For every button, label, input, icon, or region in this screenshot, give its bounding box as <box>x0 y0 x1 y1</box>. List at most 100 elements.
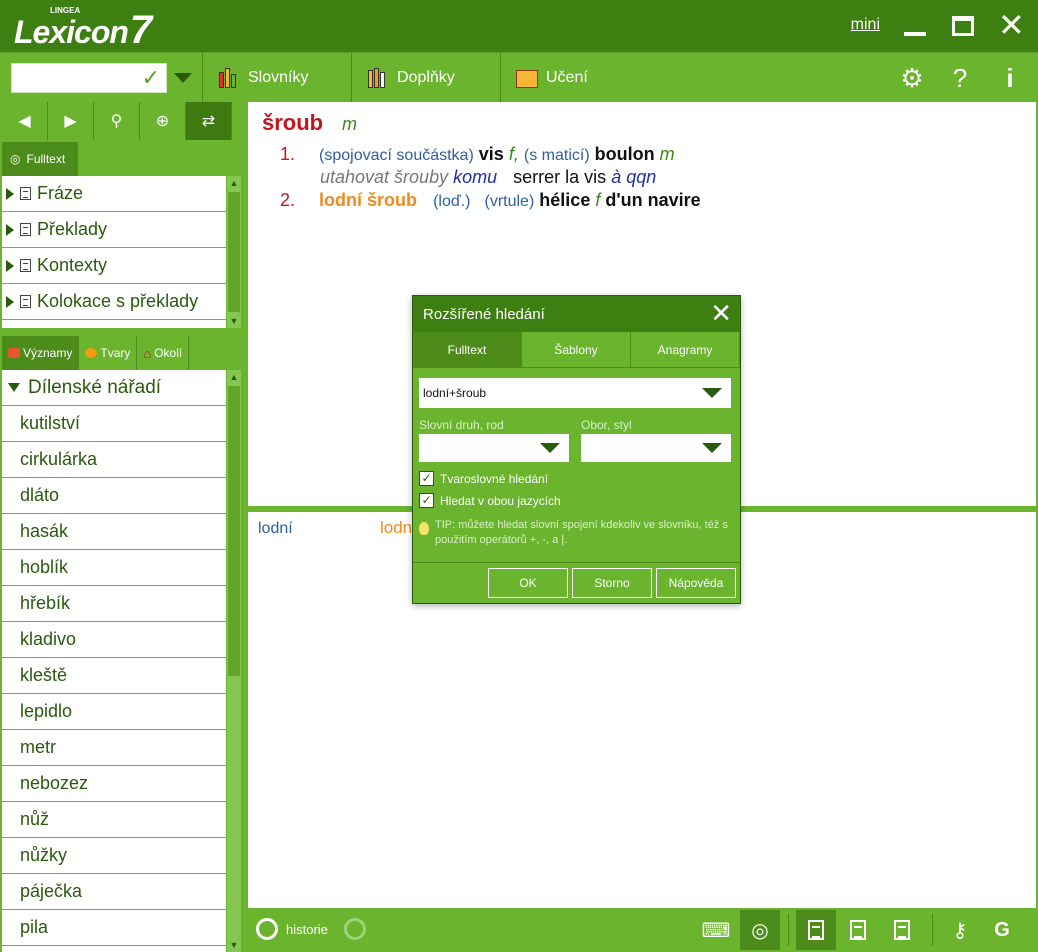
view-medium-button[interactable] <box>842 914 874 946</box>
dialog-close-button[interactable]: ✕ <box>710 298 732 329</box>
close-button[interactable]: ✕ <box>998 9 1025 41</box>
addons-button[interactable]: Doplňky <box>367 53 455 103</box>
back-button[interactable]: ◀ <box>2 102 48 140</box>
tab-neighborhood[interactable]: ⌂ Okolí <box>137 336 190 370</box>
document-icon <box>20 259 31 272</box>
list-item[interactable]: kladivo <box>2 622 226 658</box>
search-dropdown-icon[interactable] <box>174 73 192 83</box>
meanings-list: Dílenské nářadí kutilství cirkulárka dlá… <box>2 370 226 952</box>
sense-note: (spojovací součástka) <box>319 147 474 164</box>
home-icon: ⌂ <box>143 345 152 361</box>
translation[interactable]: hélice <box>539 190 590 210</box>
pos-dropdown-icon <box>540 443 560 453</box>
scrollbar[interactable]: ▲ ▼ <box>227 176 241 328</box>
list-item[interactable]: nůž <box>2 802 226 838</box>
search-button[interactable]: ⚲ <box>94 102 140 140</box>
tab-templates[interactable]: Šablony <box>522 332 631 367</box>
scroll-up-icon[interactable]: ▲ <box>227 176 241 190</box>
help-button[interactable]: ? <box>940 53 980 103</box>
tab-fulltext[interactable]: ◎ Fulltext <box>2 142 78 176</box>
result-source[interactable]: lodní <box>258 520 293 538</box>
scroll-down-icon[interactable]: ▼ <box>227 314 241 328</box>
key-icon: ⚷ <box>952 919 968 942</box>
dialog-title-bar: Rozšířené hledání ✕ <box>413 296 740 332</box>
list-item[interactable]: lepidlo <box>2 694 226 730</box>
bottom-bar: historie ⌨ ◎ ⚷ G <box>244 908 1038 952</box>
query-input[interactable]: lodní+šroub <box>419 378 731 408</box>
zoom-search-icon: ⊕ <box>155 113 170 130</box>
query-dropdown-icon[interactable] <box>702 388 722 398</box>
expand-icon <box>6 223 14 236</box>
redo-icon[interactable] <box>343 918 366 940</box>
list-item[interactable]: nůžky <box>2 838 226 874</box>
tab-meanings[interactable]: Významy <box>2 336 80 370</box>
pos-select[interactable] <box>419 434 569 462</box>
list-item[interactable]: metr <box>2 730 226 766</box>
scroll-down-icon[interactable]: ▼ <box>227 938 241 952</box>
swap-languages-button[interactable]: ⇄ <box>186 102 232 140</box>
help-dialog-button[interactable]: Nápověda <box>656 568 736 598</box>
learning-button[interactable]: Učení <box>516 53 588 103</box>
search-input[interactable]: ✓ <box>11 63 167 93</box>
books-icon <box>218 68 240 88</box>
list-item[interactable]: dláto <box>2 478 226 514</box>
example-object: à qqn <box>611 167 657 187</box>
keyboard-button[interactable]: ⌨ <box>700 914 732 946</box>
translation[interactable]: boulon <box>595 144 655 164</box>
cancel-button[interactable]: Storno <box>572 568 652 598</box>
tab-forms[interactable]: Tvary <box>79 336 138 370</box>
view-full-button[interactable] <box>796 910 836 950</box>
key-button[interactable]: ⚷ <box>944 914 976 946</box>
list-item[interactable]: cirkulárka <box>2 442 226 478</box>
scroll-thumb[interactable] <box>228 192 240 312</box>
field-select[interactable] <box>581 434 731 462</box>
mini-mode-button[interactable]: mini <box>851 16 880 34</box>
forward-arrow-icon: ▶ <box>64 113 77 130</box>
ok-button[interactable]: OK <box>488 568 568 598</box>
list-item[interactable]: hoblík <box>2 550 226 586</box>
morphology-checkbox[interactable]: ✓ Tvaroslovné hledání <box>419 471 548 486</box>
scroll-thumb[interactable] <box>228 386 240 676</box>
list-item[interactable]: Kolokace s překlady <box>2 284 226 320</box>
list-item[interactable]: Kontexty <box>2 248 226 284</box>
list-item[interactable]: kleště <box>2 658 226 694</box>
example-translation[interactable]: serrer la vis <box>513 167 606 187</box>
nav-toolbar: ◀ ▶ ⚲ ⊕ ⇄ <box>2 102 242 140</box>
list-item[interactable]: pila <box>2 910 226 946</box>
google-button[interactable]: G <box>986 914 1018 946</box>
compound-headword[interactable]: lodní šroub <box>319 190 417 210</box>
list-item[interactable]: hasák <box>2 514 226 550</box>
query-value: lodní+šroub <box>423 386 487 400</box>
list-item[interactable]: páječka <box>2 874 226 910</box>
advanced-search-button[interactable]: ⊕ <box>140 102 186 140</box>
list-item[interactable]: kutilství <box>2 406 226 442</box>
translation[interactable]: vis <box>479 144 504 164</box>
list-item[interactable]: nebozez <box>2 766 226 802</box>
info-button[interactable]: i <box>990 53 1030 103</box>
list-item[interactable]: Překlady <box>2 212 226 248</box>
list-item[interactable]: Fráze <box>2 176 226 212</box>
advanced-search-dialog: Rozšířené hledání ✕ Fulltext Šablony Ana… <box>412 295 741 604</box>
check-icon[interactable]: ✓ <box>142 65 160 91</box>
history-button[interactable]: historie <box>256 918 366 940</box>
maximize-button[interactable] <box>950 10 976 40</box>
result-match[interactable]: lodn <box>380 518 412 538</box>
dictionaries-button[interactable]: Slovníky <box>218 53 308 103</box>
scroll-up-icon[interactable]: ▲ <box>227 370 241 384</box>
list-item[interactable]: hřebík <box>2 586 226 622</box>
binoculars-icon: ◎ <box>10 152 21 166</box>
scrollbar[interactable]: ▲ ▼ <box>227 370 241 952</box>
page-icon <box>850 920 866 940</box>
settings-button[interactable]: ⚙ <box>892 53 932 103</box>
minimize-button[interactable] <box>902 10 928 40</box>
search-icon: ⚲ <box>110 113 123 130</box>
category-header[interactable]: Dílenské nářadí <box>2 370 226 406</box>
view-short-button[interactable] <box>886 914 918 946</box>
both-languages-checkbox[interactable]: ✓ Hledat v obou jazycích <box>419 493 561 508</box>
tab-fulltext[interactable]: Fulltext <box>413 332 522 367</box>
binoculars-button[interactable]: ◎ <box>740 910 780 950</box>
gear-icon: ⚙ <box>900 62 924 93</box>
translation[interactable]: d'un navire <box>605 190 700 210</box>
tab-anagrams[interactable]: Anagramy <box>631 332 740 367</box>
forward-button[interactable]: ▶ <box>48 102 94 140</box>
